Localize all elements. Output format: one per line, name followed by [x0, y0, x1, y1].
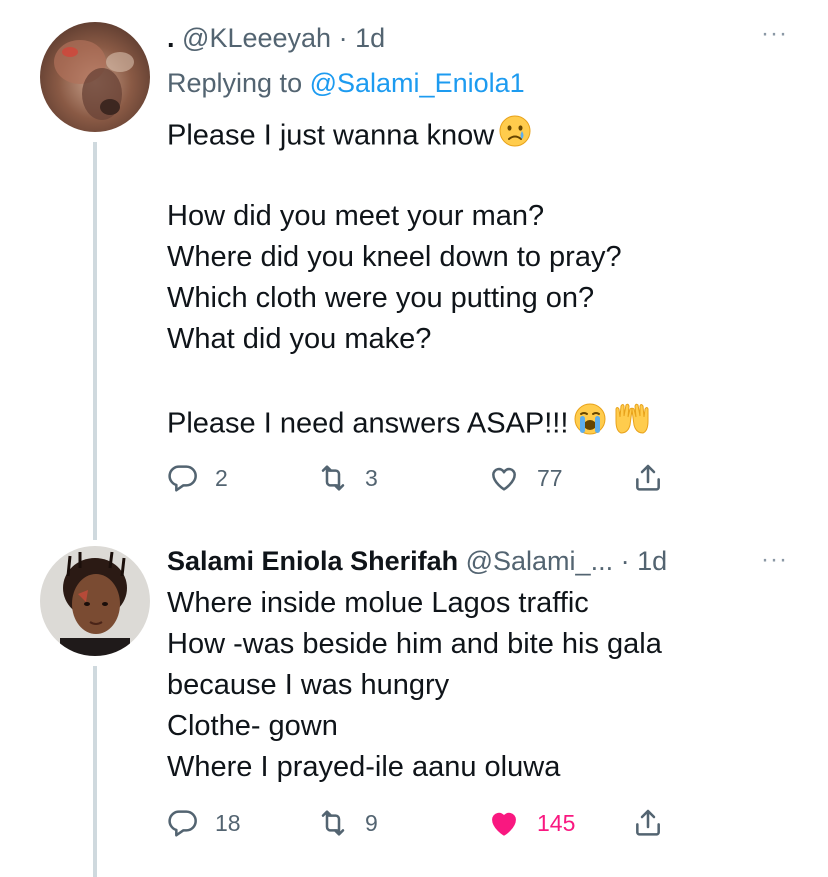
separator-dot: ·: [620, 546, 630, 576]
display-name[interactable]: Salami Eniola Sherifah: [167, 546, 458, 576]
more-options-icon[interactable]: ···: [761, 20, 788, 48]
retweet-count: 3: [365, 464, 378, 491]
tweet-line: What did you make?: [167, 323, 432, 355]
retweet-icon: [321, 465, 345, 491]
tweet-actions: 18 9 145: [167, 803, 687, 843]
tweet-header: . @KLeeeyah · 1d: [167, 20, 788, 56]
reply-icon: [168, 810, 197, 837]
tweet-line: Please I need answers ASAP!!!: [167, 401, 788, 442]
separator-dot: ·: [338, 23, 348, 53]
replying-to: Replying to @Salami_Eniola1: [167, 65, 525, 101]
retweet-count: 9: [365, 809, 378, 836]
tweet-line: How -was beside him and bite his gala: [167, 628, 662, 660]
retweet-icon: [321, 810, 345, 836]
handle[interactable]: @KLeeeyah: [182, 23, 331, 53]
tweet-text: Please I just wanna know How did you mee…: [167, 114, 788, 442]
timestamp[interactable]: 1d: [637, 546, 667, 576]
share-button[interactable]: [632, 458, 664, 498]
replying-to-mention[interactable]: @Salami_Eniola1: [310, 68, 525, 98]
tweet-line: Which cloth were you putting on?: [167, 282, 595, 314]
like-button[interactable]: 77: [487, 458, 563, 498]
like-button[interactable]: 145: [487, 803, 575, 843]
handle[interactable]: @Salami_...: [466, 546, 613, 576]
share-button[interactable]: [632, 803, 664, 843]
thread-line: [93, 666, 97, 877]
tweet-line: Where inside molue Lagos traffic: [167, 587, 589, 619]
replying-to-label: Replying to: [167, 68, 303, 98]
like-count: 145: [537, 809, 576, 836]
tweet-line: Where did you kneel down to pray?: [167, 241, 622, 273]
tweet-kleeeyah[interactable]: . @KLeeeyah · 1d ··· Replying to @Salami…: [0, 0, 828, 540]
loudly-crying-face-emoji: [572, 401, 608, 449]
more-options-icon[interactable]: ···: [761, 546, 788, 574]
tweet-header: Salami Eniola Sherifah @Salami_... · 1d: [167, 543, 788, 579]
tweet-salami[interactable]: Salami Eniola Sherifah @Salami_... · 1d …: [0, 540, 828, 877]
tweet-line: Clothe- gown: [167, 710, 338, 742]
reply-button[interactable]: 2: [167, 458, 228, 498]
heart-filled-icon: [492, 812, 516, 836]
tweet-line: Please I just wanna know: [167, 114, 788, 155]
like-count: 77: [537, 464, 563, 491]
reply-count: 2: [215, 464, 228, 491]
tweet-text: Where inside molue Lagos traffic How -wa…: [167, 583, 788, 788]
avatar[interactable]: [40, 546, 150, 656]
crying-face-emoji: [498, 114, 532, 160]
share-icon: [636, 809, 660, 836]
timestamp[interactable]: 1d: [355, 23, 385, 53]
thread-line: [93, 142, 97, 540]
share-icon: [636, 464, 660, 491]
reply-icon: [168, 465, 197, 492]
reply-button[interactable]: 18: [167, 803, 241, 843]
raising-hands-emoji: [612, 401, 652, 449]
retweet-button[interactable]: 9: [317, 803, 378, 843]
retweet-button[interactable]: 3: [317, 458, 378, 498]
tweet-line: because I was hungry: [167, 669, 450, 701]
tweet-line: Where I prayed-ile aanu oluwa: [167, 751, 561, 783]
tweet-line: How did you meet your man?: [167, 200, 545, 232]
avatar[interactable]: [40, 22, 150, 132]
tweet-actions: 2 3 77: [167, 458, 687, 498]
display-name[interactable]: .: [167, 23, 175, 53]
reply-count: 18: [215, 809, 241, 836]
heart-icon: [492, 467, 516, 491]
